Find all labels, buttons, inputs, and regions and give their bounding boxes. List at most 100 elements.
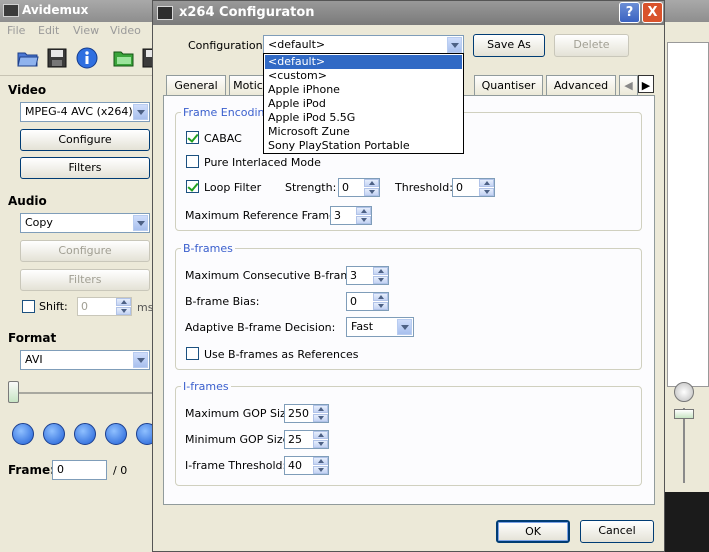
video-configure-button[interactable]: Configure	[20, 129, 150, 151]
audio-filters-button[interactable]: Filters	[20, 269, 150, 291]
video-codec-combo[interactable]: MPEG-4 AVC (x264)	[20, 102, 150, 122]
ok-button[interactable]: OK	[496, 520, 570, 543]
audio-codec-value: Copy	[25, 216, 53, 229]
open-green-folder-icon[interactable]	[112, 46, 136, 70]
bframes-title: B-frames	[181, 242, 235, 255]
menu-video[interactable]: Video	[110, 24, 141, 37]
min-gop-value: 25	[288, 433, 302, 446]
video-heading: Video	[8, 83, 47, 97]
volume-track	[683, 408, 685, 483]
max-consecutive-bframes-label: Maximum Consecutive B-frames:	[185, 269, 368, 282]
audio-shift-spinbox[interactable]: 0	[77, 297, 132, 316]
dropdown-option-apple-iphone[interactable]: Apple iPhone	[265, 83, 462, 97]
pure-interlaced-checkbox[interactable]	[186, 155, 199, 168]
tab-general[interactable]: General	[166, 75, 226, 95]
max-gop-spinbox[interactable]: 250	[284, 404, 329, 423]
delete-button[interactable]: Delete	[554, 34, 629, 57]
dropdown-option-apple-ipod[interactable]: Apple iPod	[265, 97, 462, 111]
audio-configure-button[interactable]: Configure	[20, 240, 150, 262]
timeline-slider-handle[interactable]	[8, 381, 19, 403]
menu-edit[interactable]: Edit	[38, 24, 59, 37]
configuration-combo[interactable]: <default>	[263, 35, 464, 55]
cancel-button[interactable]: Cancel	[580, 520, 654, 543]
bframe-bias-label: B-frame Bias:	[185, 295, 260, 308]
open-folder-icon[interactable]	[16, 46, 40, 70]
chevron-down-icon	[133, 104, 148, 120]
play-icon[interactable]	[12, 423, 34, 445]
max-gop-label: Maximum GOP Size:	[185, 407, 297, 420]
threshold-spinbox[interactable]: 0	[452, 178, 495, 197]
video-codec-value: MPEG-4 AVC (x264)	[25, 105, 133, 118]
max-ref-frames-label: Maximum Reference Frames:	[185, 209, 346, 222]
tab-advanced[interactable]: Advanced	[546, 75, 616, 95]
configuration-dropdown-list: <default> <custom> Apple iPhone Apple iP…	[263, 53, 464, 154]
background-preview-area	[667, 42, 709, 387]
format-value: AVI	[25, 353, 43, 366]
tab-quantiser[interactable]: Quantiser	[474, 75, 543, 95]
pure-interlaced-label: Pure Interlaced Mode	[204, 156, 321, 169]
adaptive-bframe-combo[interactable]: Fast	[346, 317, 414, 337]
help-button[interactable]: ?	[619, 2, 640, 23]
iframe-threshold-label: I-frame Threshold:	[185, 459, 287, 472]
spin-arrows-icon	[479, 179, 494, 196]
max-ref-frames-spinbox[interactable]: 3	[330, 206, 372, 225]
avidemux-titlebar: Avidemux	[0, 0, 160, 22]
spin-arrows-icon	[373, 267, 388, 284]
volume-slider-handle[interactable]	[674, 409, 694, 419]
avidemux-title: Avidemux	[22, 3, 89, 17]
dialog-app-icon	[157, 6, 173, 20]
chevron-down-icon	[133, 352, 148, 368]
max-ref-frames-value: 3	[334, 209, 341, 222]
tab-scroll-left-icon[interactable]: ◀	[619, 75, 638, 95]
bframe-bias-spinbox[interactable]: 0	[346, 292, 389, 311]
min-gop-spinbox[interactable]: 25	[284, 430, 329, 449]
audio-codec-combo[interactable]: Copy	[20, 213, 150, 233]
dropdown-option-default[interactable]: <default>	[265, 55, 462, 69]
loop-filter-checkbox[interactable]	[186, 180, 199, 193]
close-button[interactable]: X	[642, 2, 663, 23]
frame-encoding-title: Frame Encoding	[181, 106, 274, 119]
dialog-titlebar: x264 Configuraton ? X	[153, 1, 664, 25]
loop-filter-label: Loop Filter	[204, 181, 262, 194]
save-disk-icon[interactable]	[45, 46, 69, 70]
frame-input[interactable]: 0	[52, 460, 107, 480]
menu-view[interactable]: View	[73, 24, 99, 37]
dropdown-option-microsoft-zune[interactable]: Microsoft Zune	[265, 125, 462, 139]
dropdown-option-apple-ipod-55g[interactable]: Apple iPod 5.5G	[265, 111, 462, 125]
background-panel-right	[664, 22, 709, 492]
background-window-right	[664, 0, 709, 552]
background-titlebar-right	[664, 0, 709, 22]
iframe-threshold-value: 40	[288, 459, 302, 472]
tab-motion[interactable]: Motic	[229, 75, 267, 95]
iframe-threshold-spinbox[interactable]: 40	[284, 456, 329, 475]
info-icon[interactable]	[75, 46, 99, 70]
min-gop-label: Minimum GOP Size:	[185, 433, 294, 446]
tab-scroll-right-icon[interactable]: ▶	[638, 75, 654, 93]
cabac-checkbox[interactable]	[186, 131, 199, 144]
cabac-label: CABAC	[204, 132, 242, 145]
save-as-button[interactable]: Save As	[473, 34, 545, 57]
stop-icon[interactable]	[43, 423, 65, 445]
previous-frame-icon[interactable]	[74, 423, 96, 445]
format-combo[interactable]: AVI	[20, 350, 150, 370]
use-bframes-as-ref-checkbox[interactable]	[186, 347, 199, 360]
strength-value: 0	[342, 181, 349, 194]
max-consecutive-bframes-spinbox[interactable]: 3	[346, 266, 389, 285]
spin-arrows-icon	[116, 298, 131, 315]
next-frame-icon[interactable]	[105, 423, 127, 445]
strength-spinbox[interactable]: 0	[338, 178, 380, 197]
strength-label: Strength:	[285, 181, 337, 194]
configuration-value: <default>	[268, 38, 326, 51]
dropdown-option-sony-psp[interactable]: Sony PlayStation Portable	[265, 139, 462, 153]
menu-file[interactable]: File	[7, 24, 25, 37]
video-filters-button[interactable]: Filters	[20, 157, 150, 179]
spin-arrows-icon	[313, 405, 328, 422]
threshold-label: Threshold:	[395, 181, 453, 194]
frame-label: Frame:	[8, 463, 55, 477]
audio-shift-value: 0	[81, 300, 88, 313]
audio-shift-checkbox[interactable]	[22, 300, 35, 313]
frame-total: / 0	[113, 464, 128, 477]
spin-arrows-icon	[373, 293, 388, 310]
dropdown-option-custom[interactable]: <custom>	[265, 69, 462, 83]
speaker-icon[interactable]	[674, 382, 694, 402]
